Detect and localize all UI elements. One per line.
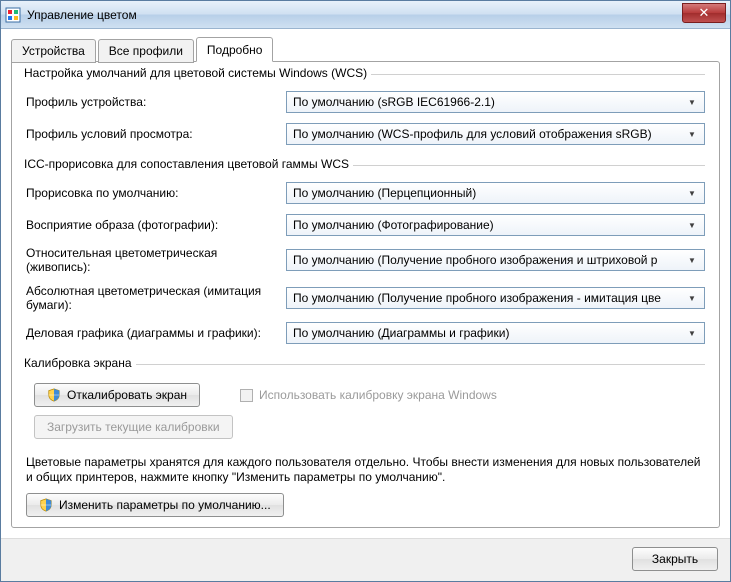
group-calibration: Калибровка экрана Откалибровать экран xyxy=(26,364,705,445)
calibrate-button[interactable]: Откалибровать экран xyxy=(34,383,200,407)
tab-advanced[interactable]: Подробно xyxy=(196,37,274,62)
chevron-down-icon: ▼ xyxy=(684,256,700,265)
label-default-rendering: Прорисовка по умолчанию: xyxy=(26,186,276,200)
combo-value: По умолчанию (Получение пробного изображ… xyxy=(293,253,684,267)
group-legend: Настройка умолчаний для цветовой системы… xyxy=(24,66,371,80)
load-calibrations-button: Загрузить текущие калибровки xyxy=(34,415,233,439)
chevron-down-icon: ▼ xyxy=(684,329,700,338)
label-abs-colorimetric: Абсолютная цветометрическая (имитация бу… xyxy=(26,284,276,312)
label-business-graphics: Деловая графика (диаграммы и графики): xyxy=(26,326,276,340)
button-label: Откалибровать экран xyxy=(67,388,187,402)
change-defaults-button[interactable]: Изменить параметры по умолчанию... xyxy=(26,493,284,517)
checkbox-label: Использовать калибровку экрана Windows xyxy=(259,388,497,402)
group-wcs-defaults: Настройка умолчаний для цветовой системы… xyxy=(26,74,705,155)
combo-value: По умолчанию (Получение пробного изображ… xyxy=(293,291,684,305)
combo-value: По умолчанию (Диаграммы и графики) xyxy=(293,326,684,340)
chevron-down-icon: ▼ xyxy=(684,130,700,139)
button-label: Загрузить текущие калибровки xyxy=(47,420,220,434)
button-label: Закрыть xyxy=(652,552,698,566)
shield-icon xyxy=(39,498,53,512)
label-rel-colorimetric: Относительная цветометрическая (живопись… xyxy=(26,246,276,274)
close-icon[interactable]: ✕ xyxy=(682,3,726,23)
label-device-profile: Профиль устройства: xyxy=(26,95,276,109)
combo-rel-colorimetric[interactable]: По умолчанию (Получение пробного изображ… xyxy=(286,249,705,271)
combo-value: По умолчанию (Фотографирование) xyxy=(293,218,684,232)
chevron-down-icon: ▼ xyxy=(684,189,700,198)
app-icon xyxy=(5,7,21,23)
close-button[interactable]: Закрыть xyxy=(632,547,718,571)
chevron-down-icon: ▼ xyxy=(684,221,700,230)
label-viewing-conditions: Профиль условий просмотра: xyxy=(26,127,276,141)
tab-panel-advanced: Настройка умолчаний для цветовой системы… xyxy=(11,61,720,528)
combo-value: По умолчанию (Перцепционный) xyxy=(293,186,684,200)
combo-value: По умолчанию (sRGB IEC61966-2.1) xyxy=(293,95,684,109)
combo-business-graphics[interactable]: По умолчанию (Диаграммы и графики) ▼ xyxy=(286,322,705,344)
group-legend: Калибровка экрана xyxy=(24,356,136,370)
label-perceptual: Восприятие образа (фотографии): xyxy=(26,218,276,232)
tab-all-profiles[interactable]: Все профили xyxy=(98,39,194,63)
chevron-down-icon: ▼ xyxy=(684,98,700,107)
group-legend: ICC-прорисовка для сопоставления цветово… xyxy=(24,157,353,171)
button-label: Изменить параметры по умолчанию... xyxy=(59,498,271,512)
tabstrip: Устройства Все профили Подробно xyxy=(11,37,720,62)
titlebar: Управление цветом ✕ xyxy=(1,1,730,29)
window-title: Управление цветом xyxy=(27,8,137,22)
chevron-down-icon: ▼ xyxy=(684,294,700,303)
group-icc-gamut: ICC-прорисовка для сопоставления цветово… xyxy=(26,165,705,354)
combo-viewing-conditions[interactable]: По умолчанию (WCS-профиль для условий от… xyxy=(286,123,705,145)
tab-devices[interactable]: Устройства xyxy=(11,39,96,63)
color-management-window: Управление цветом ✕ Устройства Все профи… xyxy=(0,0,731,582)
combo-perceptual[interactable]: По умолчанию (Фотографирование) ▼ xyxy=(286,214,705,236)
combo-value: По умолчанию (WCS-профиль для условий от… xyxy=(293,127,684,141)
combo-abs-colorimetric[interactable]: По умолчанию (Получение пробного изображ… xyxy=(286,287,705,309)
info-text: Цветовые параметры хранятся для каждого … xyxy=(26,455,705,485)
client-area: Устройства Все профили Подробно Настройк… xyxy=(1,29,730,538)
combo-device-profile[interactable]: По умолчанию (sRGB IEC61966-2.1) ▼ xyxy=(286,91,705,113)
dialog-footer: Закрыть xyxy=(1,538,730,581)
checkbox-icon xyxy=(240,389,253,402)
combo-default-rendering[interactable]: По умолчанию (Перцепционный) ▼ xyxy=(286,182,705,204)
use-windows-calibration-checkbox[interactable]: Использовать калибровку экрана Windows xyxy=(240,388,497,402)
shield-icon xyxy=(47,388,61,402)
